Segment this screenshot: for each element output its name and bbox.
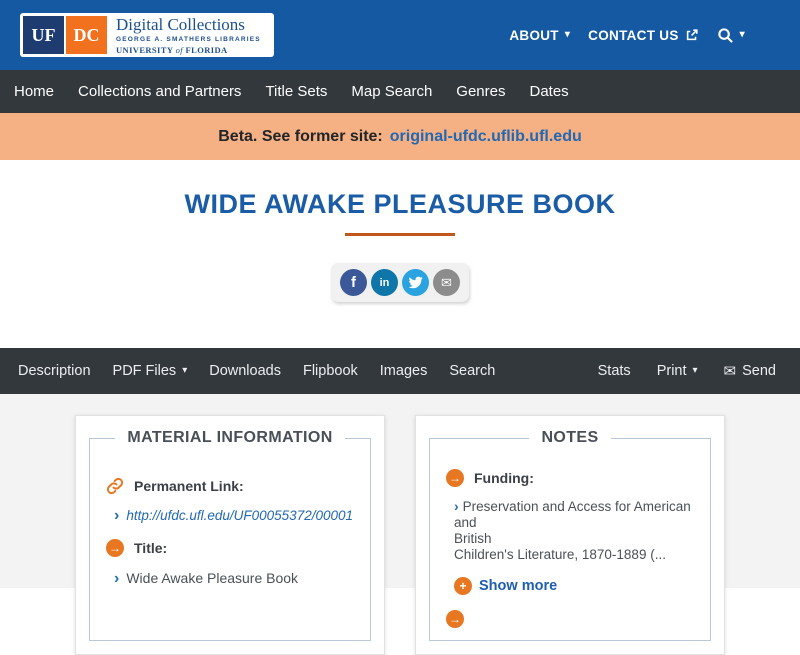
ufdc-logo[interactable]: UF DC Digital Collections GEORGE A. SMAT… (20, 13, 274, 57)
site-header: UF DC Digital Collections GEORGE A. SMAT… (0, 0, 800, 70)
nav-item-genres[interactable]: Genres (456, 83, 505, 100)
former-site-link[interactable]: original-ufdc.uflib.ufl.edu (390, 128, 582, 146)
caret-down-icon: ▾ (182, 366, 187, 376)
twitter-share-button[interactable] (402, 269, 429, 296)
arrow-right-circle-icon: → (446, 469, 464, 487)
beta-banner-text: Beta. See former site: (218, 128, 383, 146)
notes-heading: NOTES (529, 429, 610, 447)
chevron-right-icon: › (114, 508, 119, 524)
title-section: WIDE AWAKE PLEASURE BOOK f in ✉ (0, 160, 800, 348)
funding-value: ›Preservation and Access for American an… (454, 499, 700, 563)
next-note-row-clipped: → (446, 610, 700, 628)
link-chain-icon (106, 477, 124, 495)
uf-logo-square: UF (23, 16, 64, 54)
nav-item-collections-and-partners[interactable]: Collections and Partners (78, 83, 241, 100)
toolbar-description[interactable]: Description (18, 363, 91, 379)
chevron-right-icon: › (454, 498, 459, 514)
linkedin-share-button[interactable]: in (371, 269, 398, 296)
toolbar-send[interactable]: ✉ Send (724, 362, 776, 380)
search-icon (717, 27, 734, 44)
title-value: Wide Awake Pleasure Book (126, 570, 298, 586)
twitter-icon (408, 275, 423, 290)
email-share-button[interactable]: ✉ (433, 269, 460, 296)
nav-item-dates[interactable]: Dates (529, 83, 568, 100)
toolbar-right: Stats Print ▾ ✉ Send (598, 362, 776, 380)
logo-title: Digital Collections (116, 16, 261, 33)
arrow-right-circle-icon: → (446, 610, 464, 628)
caret-down-icon: ▾ (693, 366, 698, 376)
permanent-link-url[interactable]: http://ufdc.ufl.edu/UF00055372/00001 (126, 508, 353, 523)
permanent-link-value-row: › http://ufdc.ufl.edu/UF00055372/00001 (114, 508, 360, 524)
funding-row: → Funding: (446, 469, 700, 487)
nav-item-home[interactable]: Home (14, 83, 54, 100)
logo-institution: UNIVERSITY of FLORIDA (116, 45, 261, 55)
contact-us-link[interactable]: CONTACT US (588, 28, 699, 43)
material-information-fieldset: MATERIAL INFORMATION Permanent Link: › h… (89, 429, 371, 641)
about-menu[interactable]: ABOUT ▾ (509, 28, 570, 43)
plus-circle-icon: + (454, 577, 472, 595)
toolbar-downloads[interactable]: Downloads (209, 363, 281, 379)
logo-text-block: Digital Collections GEORGE A. SMATHERS L… (107, 16, 271, 54)
toolbar-left: Description PDF Files ▾ Downloads Flipbo… (18, 363, 495, 379)
permanent-link-label: Permanent Link: (134, 478, 244, 494)
chevron-right-icon: › (114, 571, 119, 587)
main-nav: Home Collections and Partners Title Sets… (0, 70, 800, 113)
title-label: Title: (134, 540, 167, 556)
nav-item-title-sets[interactable]: Title Sets (265, 83, 327, 100)
show-more-button[interactable]: + Show more (454, 577, 700, 595)
facebook-icon: f (351, 274, 356, 291)
toolbar-stats[interactable]: Stats (598, 363, 631, 379)
notes-fieldset: NOTES → Funding: ›Preservation and Acces… (429, 429, 711, 641)
title-row: → Title: (106, 539, 360, 557)
material-information-card: MATERIAL INFORMATION Permanent Link: › h… (75, 415, 385, 655)
permanent-link-row: Permanent Link: (106, 477, 360, 495)
envelope-icon: ✉ (724, 362, 737, 380)
content-area: MATERIAL INFORMATION Permanent Link: › h… (0, 394, 800, 588)
toolbar-images[interactable]: Images (380, 363, 428, 379)
toolbar-pdf-files[interactable]: PDF Files ▾ (113, 363, 188, 379)
header-links: ABOUT ▾ CONTACT US ▾ (509, 27, 745, 44)
external-link-icon (685, 28, 699, 42)
nav-item-map-search[interactable]: Map Search (351, 83, 432, 100)
facebook-share-button[interactable]: f (340, 269, 367, 296)
title-divider (345, 233, 455, 236)
item-toolbar: Description PDF Files ▾ Downloads Flipbo… (0, 348, 800, 394)
toolbar-flipbook[interactable]: Flipbook (303, 363, 358, 379)
logo-subtitle: GEORGE A. SMATHERS LIBRARIES (116, 36, 261, 43)
toolbar-search[interactable]: Search (449, 363, 495, 379)
dc-logo-square: DC (66, 16, 107, 54)
notes-card: NOTES → Funding: ›Preservation and Acces… (415, 415, 725, 655)
material-information-heading: MATERIAL INFORMATION (115, 429, 344, 447)
toolbar-print[interactable]: Print ▾ (657, 363, 698, 379)
page-title: WIDE AWAKE PLEASURE BOOK (0, 189, 800, 220)
arrow-right-circle-icon: → (106, 539, 124, 557)
search-menu[interactable]: ▾ (717, 27, 745, 44)
social-share-box: f in ✉ (331, 263, 469, 302)
envelope-icon: ✉ (441, 275, 452, 291)
funding-label: Funding: (474, 470, 534, 486)
caret-down-icon: ▾ (740, 30, 745, 40)
title-value-row: › Wide Awake Pleasure Book (114, 570, 360, 587)
caret-down-icon: ▾ (565, 30, 570, 40)
linkedin-icon: in (380, 277, 390, 289)
beta-banner: Beta. See former site: original-ufdc.ufl… (0, 113, 800, 160)
